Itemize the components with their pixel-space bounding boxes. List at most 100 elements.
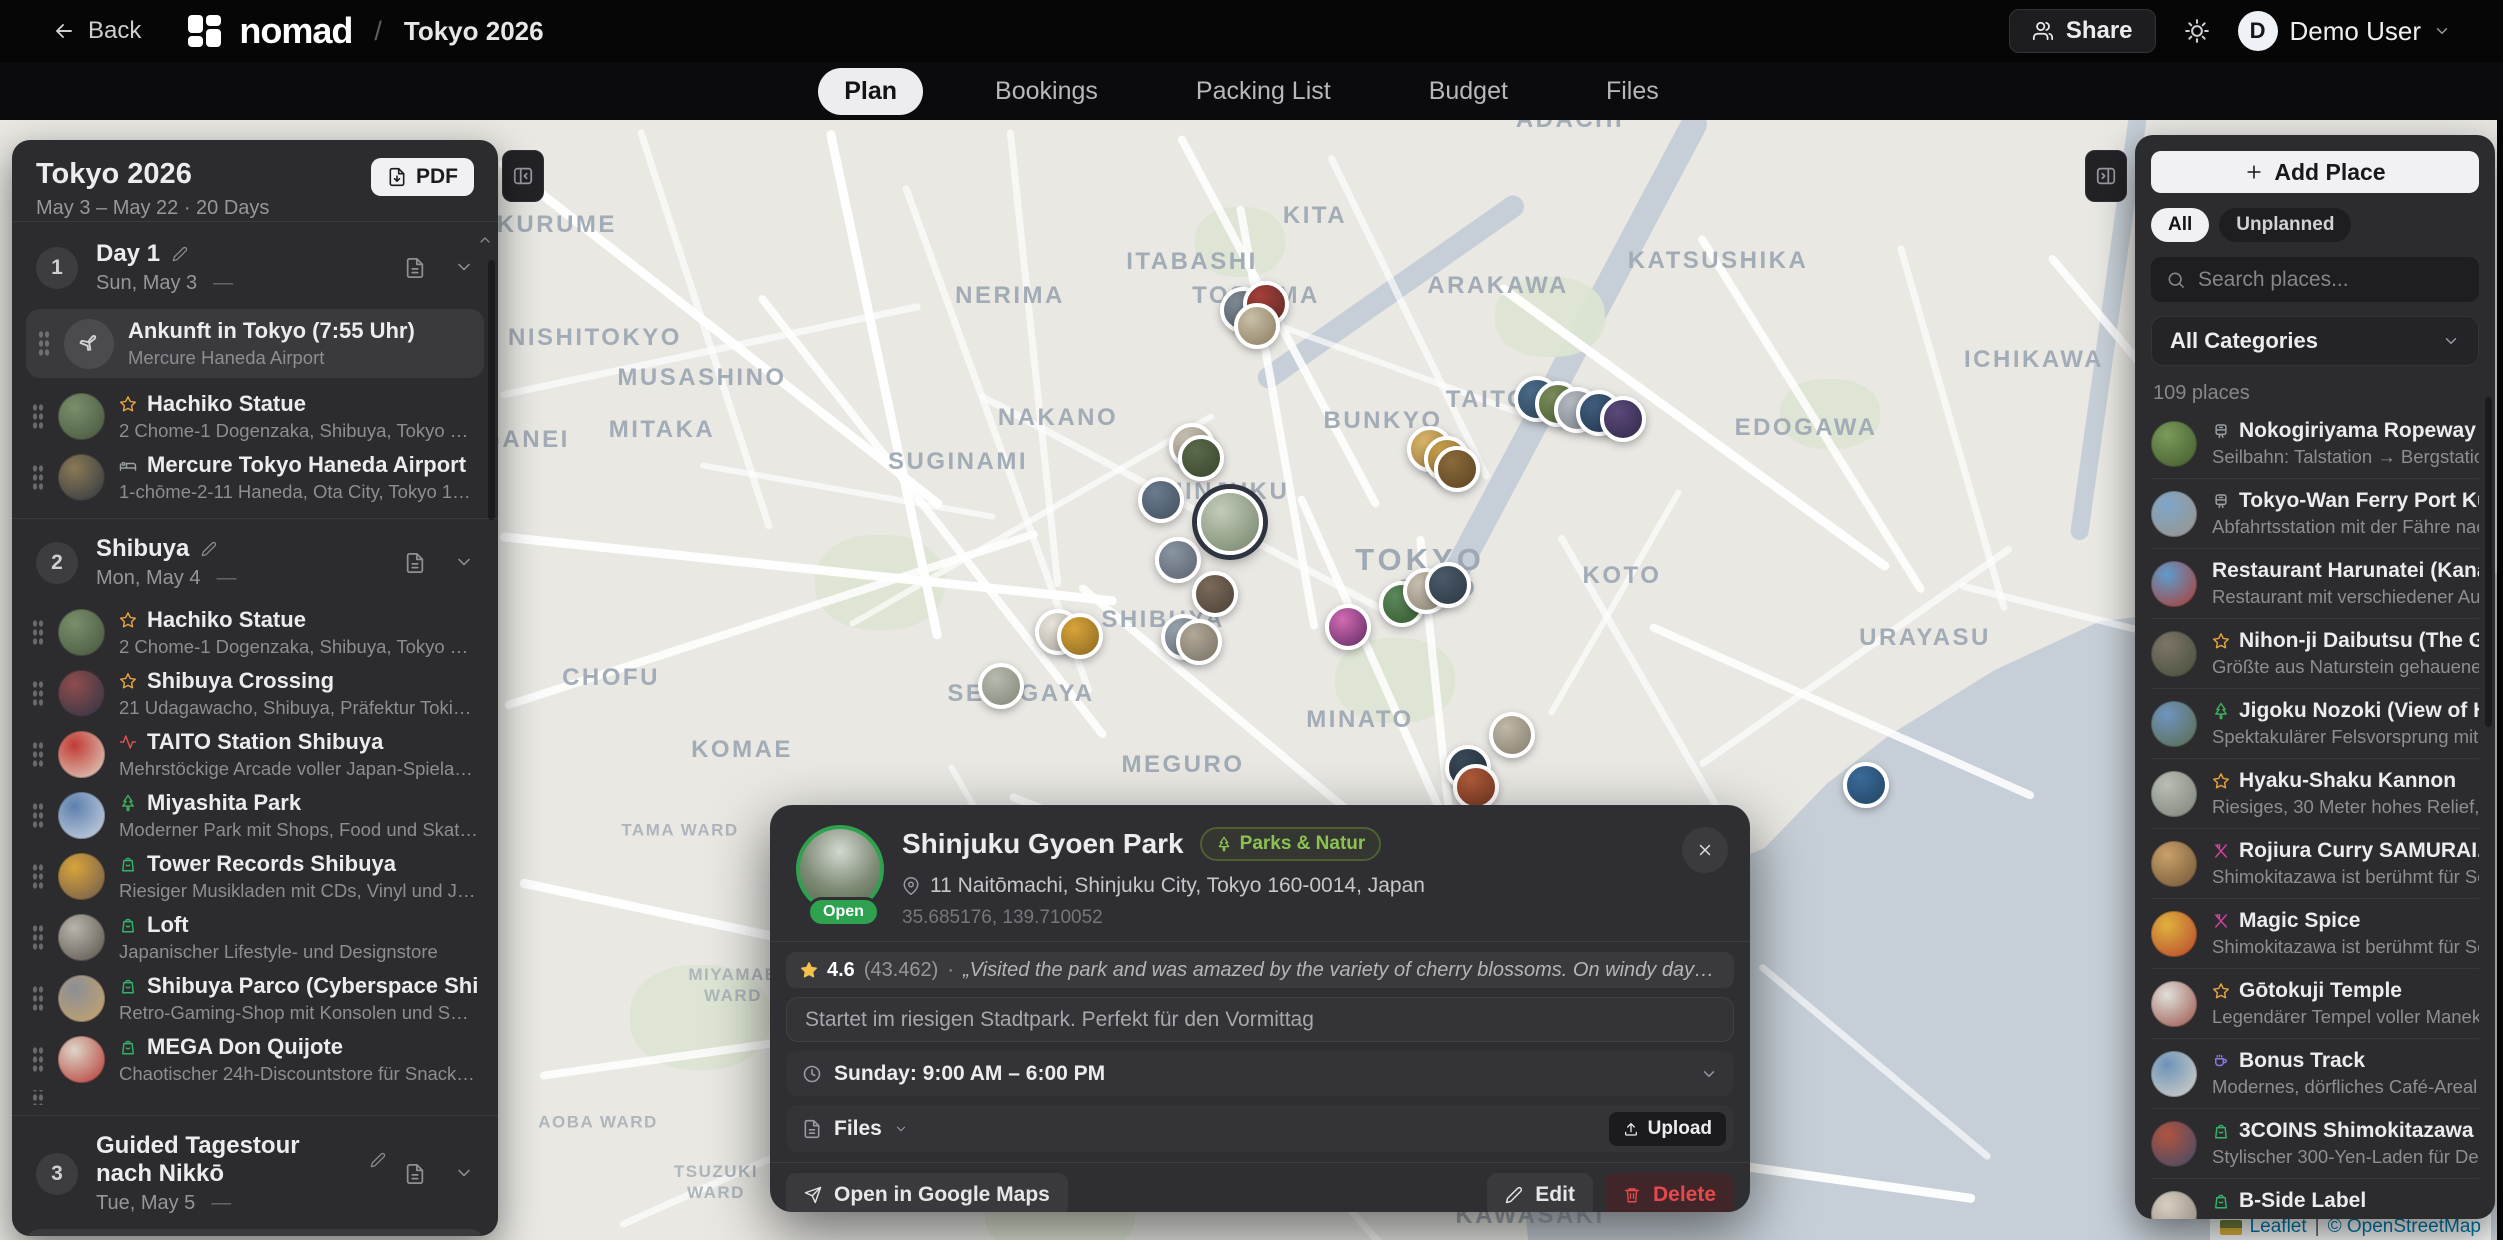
theme-toggle-button[interactable] [2184, 18, 2210, 44]
tab-files[interactable]: Files [1580, 68, 1685, 115]
collapse-right-panel-button[interactable] [2085, 150, 2127, 202]
day-collapse-icon[interactable] [454, 1163, 474, 1183]
places-scrollbar[interactable] [2485, 397, 2492, 727]
itinerary-item[interactable]: Shibuya Parco (Cyberspace Shibuya)Retro-… [24, 968, 486, 1029]
itinerary-item[interactable]: Miyashita ParkModerner Park mit Shops, F… [24, 785, 486, 846]
map-marker[interactable] [1176, 619, 1222, 665]
day-header[interactable]: 2ShibuyaMon, May 4— [12, 523, 498, 602]
place-thumbnail [58, 609, 105, 656]
back-button[interactable]: Back [52, 17, 141, 45]
map-marker[interactable] [1425, 562, 1471, 608]
collapse-left-panel-button[interactable] [502, 150, 544, 202]
place-list-item[interactable]: Jigoku Nozoki (View of Hell)Spektakuläre… [2151, 688, 2479, 758]
drag-handle-icon[interactable] [32, 741, 44, 768]
share-button[interactable]: Share [2009, 9, 2156, 53]
itinerary-item[interactable]: Tower Records ShibuyaRiesiger Musikladen… [24, 846, 486, 907]
itinerary-item[interactable]: Ankunft in Tokyo (7:55 Uhr)Mercure Haned… [26, 309, 484, 378]
itinerary-item[interactable]: MEGA Don QuijoteChaotischer 24h-Discount… [24, 1029, 486, 1090]
scroll-up-icon[interactable] [477, 232, 493, 248]
drag-handle-icon[interactable] [38, 330, 50, 357]
itinerary-scrollbar[interactable] [488, 260, 495, 520]
brand-logo[interactable]: nomad [187, 10, 352, 52]
map-marker[interactable] [1155, 537, 1201, 583]
place-list-item[interactable]: Bonus TrackModernes, dörfliches Café-Are… [2151, 1038, 2479, 1108]
navigation-icon [804, 1186, 822, 1204]
place-list-item[interactable]: Rojiura Curry SAMURAI. Shim...Shimokitaz… [2151, 828, 2479, 898]
map-marker-selected[interactable] [1197, 489, 1263, 555]
files-section[interactable]: Files Upload [786, 1105, 1734, 1152]
day-notes-icon[interactable] [404, 552, 426, 574]
drag-handle-icon[interactable] [32, 863, 44, 890]
day-title: Shibuya [96, 535, 189, 563]
place-list-item[interactable]: Hyaku-Shaku KannonRiesiges, 30 Meter hoh… [2151, 758, 2479, 828]
tab-packing-list[interactable]: Packing List [1170, 68, 1357, 115]
day-notes-icon[interactable] [404, 257, 426, 279]
itinerary-item[interactable]: Shibuya Crossing21 Udagawacho, Shibuya, … [24, 663, 486, 724]
tab-bookings[interactable]: Bookings [969, 68, 1124, 115]
day-notes-icon[interactable] [404, 1163, 426, 1185]
tab-budget[interactable]: Budget [1403, 68, 1534, 115]
map-marker[interactable] [1434, 446, 1480, 492]
user-menu[interactable]: D Demo User [2238, 11, 2451, 51]
leaflet-link[interactable]: Leaflet [2250, 1216, 2307, 1238]
drag-handle-icon[interactable] [32, 802, 44, 829]
upload-button[interactable]: Upload [1609, 1112, 1726, 1146]
day-header[interactable]: 1Day 1Sun, May 3— [12, 228, 498, 307]
day-collapse-icon[interactable] [454, 257, 474, 277]
review-summary: 4.6 (43.462) · „Visited the park and was… [786, 952, 1734, 988]
add-place-button[interactable]: Add Place [2151, 151, 2479, 193]
opening-hours[interactable]: Sunday: 9:00 AM – 6:00 PM [786, 1051, 1734, 1096]
map-marker[interactable] [1234, 303, 1280, 349]
itinerary-item[interactable]: TAITO Station ShibuyaMehrstöckige Arcade… [24, 724, 486, 785]
itinerary-item[interactable]: Shibuya SkyPending [24, 1090, 46, 1105]
map-marker[interactable] [1192, 571, 1238, 617]
itinerary-item[interactable]: Hachiko Statue2 Chome-1 Dogenzaka, Shibu… [24, 602, 486, 663]
place-list-item[interactable]: Gōtokuji TempleLegendärer Tempel voller … [2151, 968, 2479, 1038]
place-list-item[interactable]: Restaurant Harunatei (Kanaya Po...Restau… [2151, 548, 2479, 618]
itinerary-item[interactable]: Hachiko Statue2 Chome-1 Dogenzaka, Shibu… [24, 386, 486, 447]
place-list-item[interactable]: B-Side LabelHochwertige, wasserfeste Sti… [2151, 1178, 2479, 1219]
map-marker[interactable] [978, 663, 1024, 709]
drag-handle-icon[interactable] [32, 403, 44, 430]
delete-button[interactable]: Delete [1605, 1173, 1734, 1212]
search-input[interactable] [2198, 268, 2469, 292]
drag-handle-icon[interactable] [32, 1046, 44, 1073]
pencil-icon [370, 1152, 386, 1168]
filter-all[interactable]: All [2151, 208, 2209, 242]
osm-link[interactable]: © OpenStreetMap [2328, 1216, 2481, 1238]
drag-handle-icon[interactable] [32, 464, 44, 491]
drag-handle-icon[interactable] [32, 1090, 44, 1105]
map-marker[interactable] [1178, 435, 1224, 481]
edit-button[interactable]: Edit [1487, 1173, 1593, 1212]
day-header[interactable]: 3Guided Tagestour nach NikkōTue, May 5— [12, 1120, 498, 1227]
drag-handle-icon[interactable] [32, 680, 44, 707]
export-pdf-button[interactable]: PDF [371, 158, 474, 196]
place-list-item[interactable]: Nokogiriyama Ropeway Sum...Seilbahn: Tal… [2151, 409, 2479, 478]
place-list-item[interactable]: 3COINS ShimokitazawaStylischer 300-Yen-L… [2151, 1108, 2479, 1178]
tab-plan[interactable]: Plan [818, 68, 923, 115]
map-marker[interactable] [1600, 396, 1646, 442]
map-marker[interactable] [1489, 712, 1535, 758]
map-marker[interactable] [1453, 764, 1499, 810]
close-button[interactable] [1682, 827, 1728, 873]
map-marker[interactable] [1843, 762, 1889, 808]
itinerary-item[interactable]: Mercure Tokyo Haneda Airport1-chōme-2-11… [24, 447, 486, 508]
leaflet-flag-icon [2220, 1220, 2242, 1235]
notes-input[interactable] [786, 997, 1734, 1042]
place-list-item[interactable]: Magic SpiceShimokitazawa ist berühmt für… [2151, 898, 2479, 968]
drag-handle-icon[interactable] [32, 924, 44, 951]
search-places[interactable] [2151, 257, 2479, 302]
drag-handle-icon[interactable] [32, 985, 44, 1012]
itinerary-item[interactable]: LoftJapanischer Lifestyle- und Designsto… [24, 907, 486, 968]
map-marker[interactable] [1057, 613, 1103, 659]
day-collapse-icon[interactable] [454, 552, 474, 572]
category-filter[interactable]: All Categories [2151, 316, 2479, 366]
filter-unplanned[interactable]: Unplanned [2219, 208, 2351, 242]
map-marker[interactable] [1325, 604, 1371, 650]
map-marker[interactable] [1138, 477, 1184, 523]
place-list-item[interactable]: Tokyo-Wan Ferry Port Kuriha...Abfahrtsst… [2151, 478, 2479, 548]
itinerary-item[interactable]: Treffpunkt für Abreise (7:55 Uhr)Bus Ter… [26, 1229, 484, 1236]
place-list-item[interactable]: Nihon-ji Daibutsu (The Great ...Größte a… [2151, 618, 2479, 688]
drag-handle-icon[interactable] [32, 619, 44, 646]
open-google-maps-button[interactable]: Open in Google Maps [786, 1173, 1068, 1212]
